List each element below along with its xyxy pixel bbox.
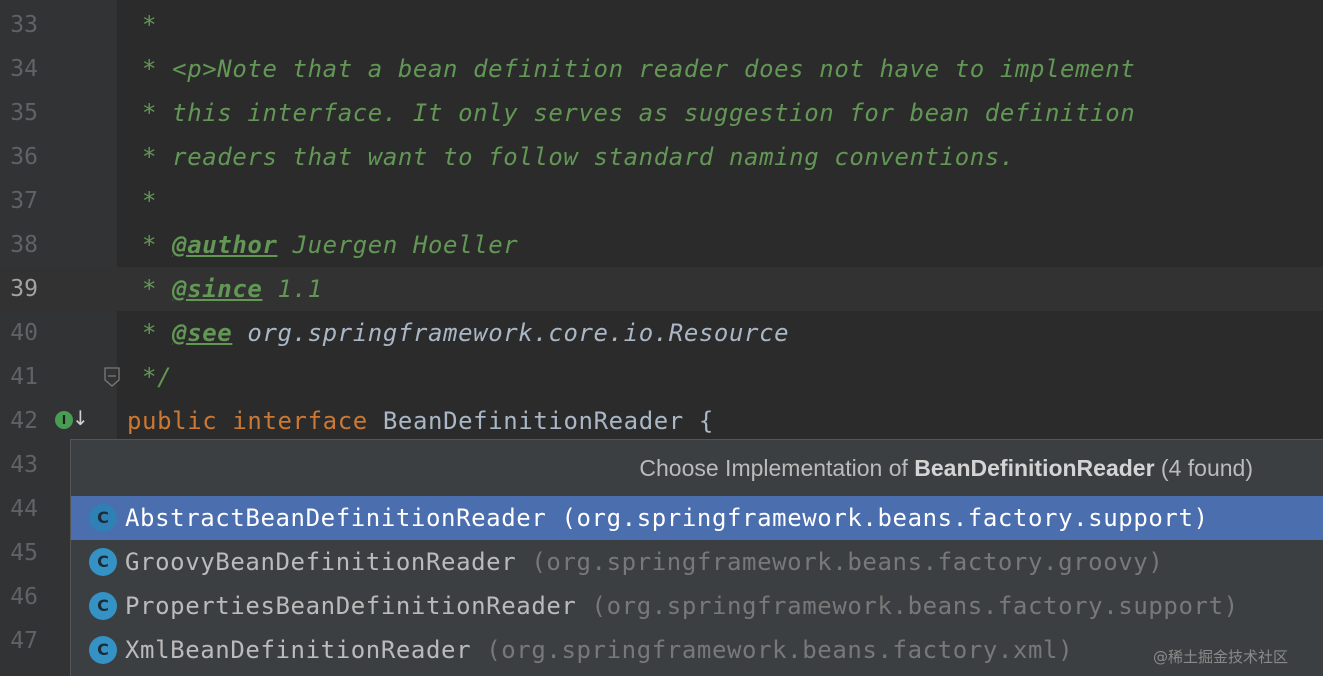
class-icon: C [89, 504, 117, 532]
code-text: * [127, 11, 158, 39]
code-text: * readers that want to follow standard n… [127, 143, 1015, 171]
package-name: (org.springframework.beans.factory.groov… [531, 548, 1164, 576]
package-name: (org.springframework.beans.factory.suppo… [561, 504, 1209, 532]
doc-see-reference[interactable]: org.springframework.core.io.Resource [232, 319, 789, 347]
doc-comment-value: Juergen Hoeller [277, 231, 519, 259]
javadoc-since-tag[interactable]: @since [172, 275, 262, 303]
keyword-public: public [127, 407, 218, 435]
navigate-down-arrow-icon[interactable]: ↓ [72, 406, 89, 430]
code-line[interactable]: 33 * [0, 3, 1323, 47]
class-name: PropertiesBeanDefinitionReader [125, 592, 577, 620]
watermark: @稀土掘金技术社区 [1153, 648, 1289, 666]
code-line[interactable]: 41 */ [0, 355, 1323, 399]
line-number: 34 [10, 56, 38, 82]
class-name: XmlBeanDefinitionReader [125, 636, 472, 664]
line-number: 35 [10, 100, 38, 126]
code-line[interactable]: 42 public interface BeanDefinitionReader… [0, 399, 1323, 443]
line-number: 41 [10, 364, 38, 390]
line-number: 36 [10, 144, 38, 170]
open-brace: { [698, 407, 714, 435]
doc-comment-prefix: * [127, 231, 173, 259]
popup-title-class: BeanDefinitionReader [914, 455, 1155, 481]
line-number: 44 [10, 496, 38, 522]
line-number: 40 [10, 320, 38, 346]
code-text: * this interface. It only serves as sugg… [127, 99, 1136, 127]
package-name: (org.springframework.beans.factory.suppo… [591, 592, 1239, 620]
implemented-interface-icon[interactable]: I [55, 411, 73, 429]
line-number: 42 [10, 408, 38, 434]
code-text: public interface BeanDefinitionReader { [127, 399, 714, 443]
code-text: * @see org.springframework.core.io.Resou… [127, 311, 789, 355]
popup-title-prefix: Choose Implementation of [639, 455, 915, 481]
class-icon: C [89, 548, 117, 576]
line-number: 45 [10, 540, 38, 566]
class-icon: C [89, 636, 117, 664]
code-line[interactable]: 37 * [0, 179, 1323, 223]
fold-marker-icon[interactable] [104, 367, 120, 387]
code-line[interactable]: 34 * <p>Note that a bean definition read… [0, 47, 1323, 91]
class-name: AbstractBeanDefinitionReader [125, 504, 547, 532]
code-text: * @since 1.1 [127, 267, 323, 311]
implementation-item[interactable]: C GroovyBeanDefinitionReader (org.spring… [71, 540, 1323, 584]
doc-comment-prefix: * [127, 319, 173, 347]
popup-title-count: (4 found) [1154, 455, 1253, 481]
implementation-item[interactable]: C XmlBeanDefinitionReader (org.springfra… [71, 628, 1323, 672]
code-line[interactable]: 40 * @see org.springframework.core.io.Re… [0, 311, 1323, 355]
implementation-item[interactable]: C AbstractBeanDefinitionReader (org.spri… [71, 496, 1323, 540]
line-number: 37 [10, 188, 38, 214]
popup-title: Choose Implementation of BeanDefinitionR… [71, 440, 1253, 496]
code-line[interactable]: 36 * readers that want to follow standar… [0, 135, 1323, 179]
code-line-current[interactable]: 39 * @since 1.1 [0, 267, 1323, 311]
class-icon: C [89, 592, 117, 620]
line-number: 47 [10, 628, 38, 654]
choose-implementation-popup[interactable]: Choose Implementation of BeanDefinitionR… [70, 439, 1323, 676]
class-name: GroovyBeanDefinitionReader [125, 548, 517, 576]
line-number: 38 [10, 232, 38, 258]
javadoc-author-tag[interactable]: @author [172, 231, 277, 259]
line-number: 43 [10, 452, 38, 478]
code-line[interactable]: 35 * this interface. It only serves as s… [0, 91, 1323, 135]
code-text: * [127, 187, 158, 215]
code-text: * @author Juergen Hoeller [127, 223, 518, 267]
line-number: 46 [10, 584, 38, 610]
code-text: * <p>Note that a bean definition reader … [127, 55, 1136, 83]
keyword-interface: interface [232, 407, 368, 435]
package-name: (org.springframework.beans.factory.xml) [486, 636, 1074, 664]
doc-comment-prefix: * [127, 275, 173, 303]
code-line[interactable]: 38 * @author Juergen Hoeller [0, 223, 1323, 267]
doc-comment-value: 1.1 [262, 275, 323, 303]
javadoc-see-tag[interactable]: @see [172, 319, 232, 347]
interface-name[interactable]: BeanDefinitionReader [383, 407, 684, 435]
line-number: 33 [10, 12, 38, 38]
code-text: */ [127, 363, 173, 391]
implementation-item[interactable]: C PropertiesBeanDefinitionReader (org.sp… [71, 584, 1323, 628]
line-number: 39 [10, 276, 38, 302]
